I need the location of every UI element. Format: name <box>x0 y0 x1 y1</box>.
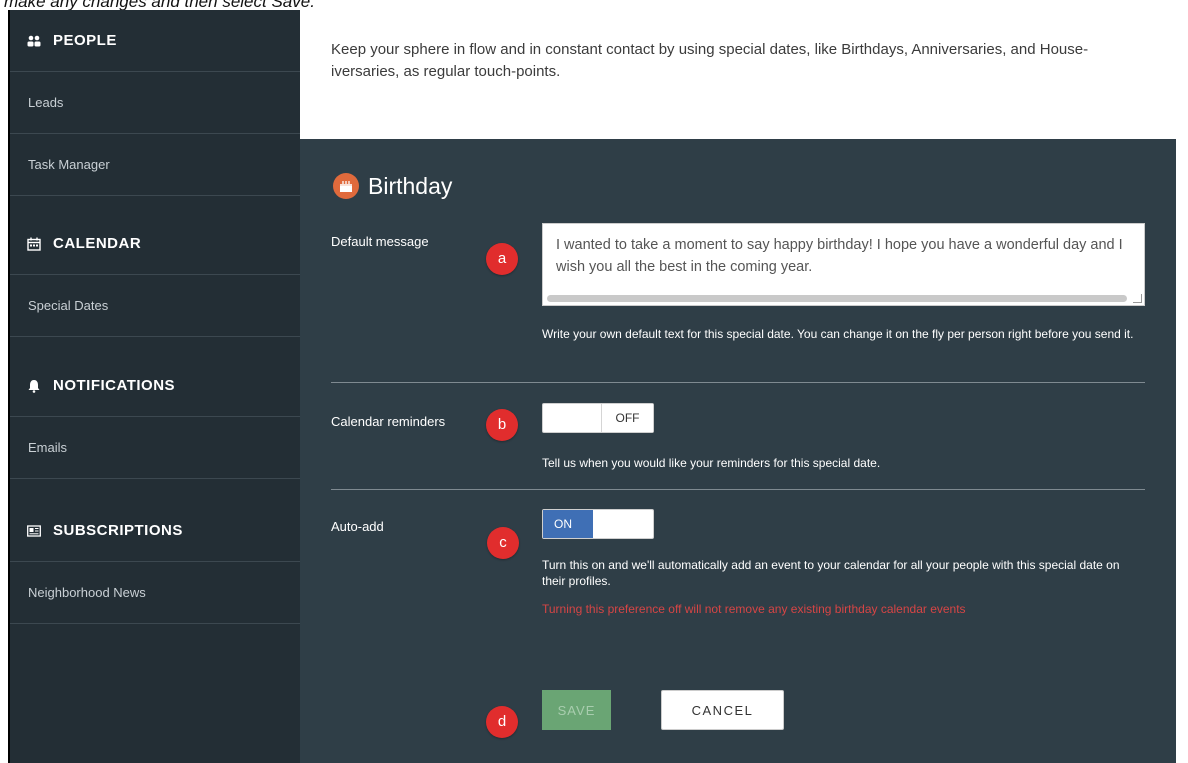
sidebar-item-label: Special Dates <box>28 298 109 313</box>
sidebar-item-label: Task Manager <box>28 157 110 172</box>
sidebar-section-people[interactable]: PEOPLE <box>10 10 300 72</box>
sidebar-item-emails[interactable]: Emails <box>10 417 300 479</box>
annotation-badge-c: c <box>487 527 519 559</box>
toggle-off-label: OFF <box>601 404 653 432</box>
sidebar-item-special-dates[interactable]: Special Dates <box>10 275 300 337</box>
sidebar-item-label: Emails <box>28 440 68 455</box>
sidebar-section-label: CALENDAR <box>53 235 142 252</box>
calendar-reminders-toggle[interactable]: OFF <box>542 403 654 433</box>
textarea-horizontal-scrollbar[interactable] <box>547 295 1127 302</box>
form-title: Birthday <box>368 172 453 199</box>
cancel-button[interactable]: CANCEL <box>661 690 784 730</box>
default-message-textarea[interactable]: I wanted to take a moment to say happy b… <box>542 223 1145 306</box>
bell-icon <box>27 379 41 393</box>
cake-icon <box>333 173 359 199</box>
sidebar-section-label: SUBSCRIPTIONS <box>53 522 183 539</box>
resize-handle-icon[interactable] <box>1133 294 1142 303</box>
calendar-reminders-label: Calendar reminders <box>331 414 446 429</box>
sidebar-section-label: NOTIFICATIONS <box>53 377 176 394</box>
calendar-icon <box>27 237 41 251</box>
sidebar-section-label: PEOPLE <box>53 32 117 49</box>
auto-add-label: Auto-add <box>331 519 384 534</box>
sidebar: PEOPLE Leads Task Manager CALENDAR Speci… <box>10 10 300 763</box>
default-message-text: I wanted to take a moment to say happy b… <box>556 237 1123 275</box>
auto-add-help: Turn this on and we'll automatically add… <box>542 558 1120 588</box>
people-icon <box>27 34 41 48</box>
default-message-label: Default message <box>331 234 429 249</box>
save-button[interactable]: SAVE <box>542 690 611 730</box>
default-message-help: Write your own default text for this spe… <box>542 327 1134 341</box>
calendar-reminders-help: Tell us when you would like your reminde… <box>542 456 881 470</box>
sidebar-item-task-manager[interactable]: Task Manager <box>10 134 300 196</box>
intro-panel: Keep your sphere in flow and in constant… <box>300 10 1176 139</box>
annotation-badge-a: a <box>486 243 518 275</box>
newspaper-icon <box>27 524 41 538</box>
sidebar-section-calendar[interactable]: CALENDAR <box>10 213 300 275</box>
auto-add-toggle[interactable]: ON <box>542 509 654 539</box>
annotation-badge-b: b <box>486 409 518 441</box>
auto-add-warning: Turning this preference off will not rem… <box>542 602 966 616</box>
sidebar-item-neighborhood-news[interactable]: Neighborhood News <box>10 562 300 624</box>
sidebar-item-leads[interactable]: Leads <box>10 72 300 134</box>
toggle-on-label: ON <box>543 510 593 538</box>
intro-text: Keep your sphere in flow and in constant… <box>331 41 1089 80</box>
special-date-form: Birthday Default message a I wanted to t… <box>300 139 1176 763</box>
form-heading: Birthday <box>333 170 452 202</box>
section-divider <box>331 382 1145 383</box>
section-divider <box>331 489 1145 490</box>
sidebar-section-notifications[interactable]: NOTIFICATIONS <box>10 355 300 417</box>
annotation-badge-d: d <box>486 706 518 738</box>
sidebar-item-label: Neighborhood News <box>28 585 146 600</box>
sidebar-item-label: Leads <box>28 95 64 110</box>
sidebar-section-subscriptions[interactable]: SUBSCRIPTIONS <box>10 500 300 562</box>
